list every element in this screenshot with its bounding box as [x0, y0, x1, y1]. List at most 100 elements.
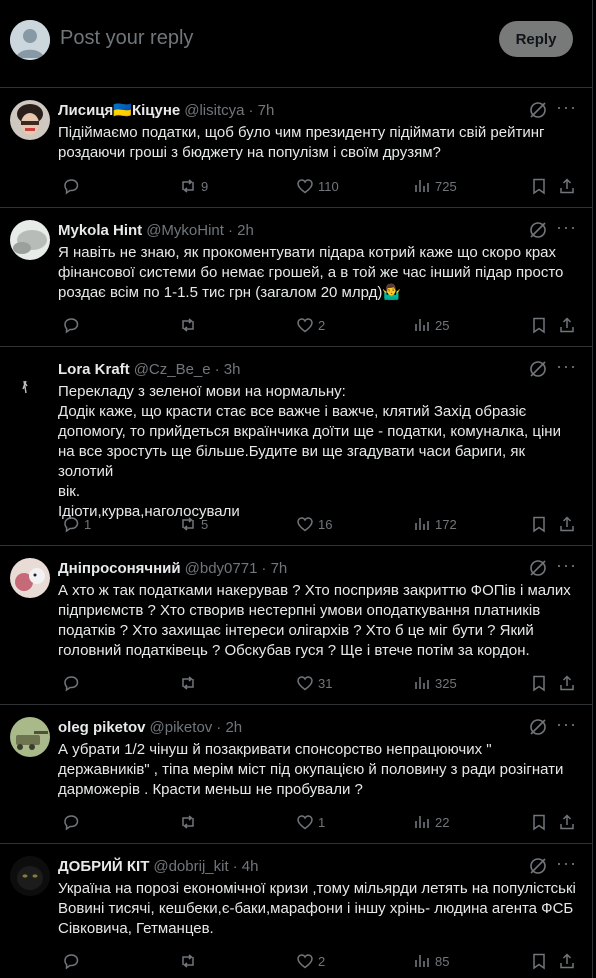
views-action[interactable]: 22	[409, 812, 449, 832]
repost-action[interactable]	[175, 812, 201, 832]
reply-icon	[62, 177, 80, 195]
author-name[interactable]: Mykola Hint	[58, 222, 142, 239]
reply-count: 1	[84, 516, 92, 532]
author-name[interactable]: Lora Kraft	[58, 361, 130, 378]
author-name[interactable]: Дніпросонячний	[58, 560, 181, 577]
action-bar: 2 85	[58, 951, 578, 971]
reply-tweet[interactable]: Lora Kraft @Cz_Be_e · 3h ··· Перекладу з…	[0, 347, 592, 546]
author-handle[interactable]: @Cz_Be_e	[134, 361, 211, 378]
timestamp[interactable]: · 3h	[215, 361, 241, 378]
more-options-icon[interactable]: ···	[556, 854, 576, 876]
reply-action[interactable]	[58, 673, 84, 693]
repost-action[interactable]	[175, 951, 201, 971]
more-options-icon[interactable]: ···	[556, 218, 576, 240]
heart-icon	[296, 952, 314, 970]
share-action[interactable]	[554, 315, 576, 335]
like-action[interactable]: 2	[292, 315, 325, 335]
timestamp[interactable]: · 7h	[261, 560, 287, 577]
tweet-header: Лисиця🇺🇦Кіцуне @lisitcya · 7h	[58, 100, 274, 120]
author-handle[interactable]: @MykoHint	[146, 222, 224, 239]
author-name[interactable]: oleg piketov	[58, 719, 146, 736]
reply-tweet[interactable]: ДОБРИЙ КІТ @dobrij_kit · 4h ··· Україна …	[0, 844, 592, 978]
views-action[interactable]: 172	[409, 514, 457, 534]
like-action[interactable]: 1	[292, 812, 325, 832]
reply-action[interactable]	[58, 315, 84, 335]
bookmark-action[interactable]	[526, 673, 548, 693]
reply-icon	[62, 813, 80, 831]
share-action[interactable]	[554, 673, 576, 693]
share-action[interactable]	[554, 176, 576, 196]
views-action[interactable]: 25	[409, 315, 449, 335]
views-action[interactable]: 325	[409, 673, 457, 693]
bookmark-action[interactable]	[526, 176, 548, 196]
like-count: 31	[318, 675, 333, 691]
views-icon	[413, 316, 431, 334]
avatar[interactable]	[10, 220, 50, 260]
share-action[interactable]	[554, 514, 576, 534]
author-handle[interactable]: @dobrij_kit	[153, 858, 228, 875]
grok-icon[interactable]	[528, 558, 548, 578]
avatar[interactable]	[10, 100, 50, 140]
timestamp[interactable]: · 2h	[216, 719, 242, 736]
reply-button[interactable]: Reply	[499, 21, 573, 57]
author-name[interactable]: Лисиця🇺🇦Кіцуне	[58, 101, 180, 119]
views-action[interactable]: 85	[409, 951, 449, 971]
share-icon	[558, 177, 576, 195]
timestamp[interactable]: · 7h	[248, 102, 274, 119]
share-icon	[558, 515, 576, 533]
timestamp[interactable]: · 4h	[233, 858, 259, 875]
avatar[interactable]	[10, 856, 50, 896]
repost-count: 5	[201, 516, 209, 532]
grok-icon[interactable]	[528, 100, 548, 120]
grok-icon[interactable]	[528, 717, 548, 737]
share-icon	[558, 316, 576, 334]
avatar[interactable]	[10, 558, 50, 598]
reply-tweet[interactable]: Лисиця🇺🇦Кіцуне @lisitcya · 7h ··· Підійм…	[0, 88, 592, 208]
repost-icon	[179, 674, 197, 692]
user-avatar[interactable]	[10, 20, 50, 60]
bookmark-action[interactable]	[526, 315, 548, 335]
author-handle[interactable]: @bdy0771	[185, 560, 258, 577]
view-count: 725	[435, 178, 457, 194]
author-handle[interactable]: @piketov	[150, 719, 213, 736]
reply-action[interactable]	[58, 176, 84, 196]
share-action[interactable]	[554, 812, 576, 832]
like-action[interactable]: 2	[292, 951, 325, 971]
grok-icon[interactable]	[528, 220, 548, 240]
reply-action[interactable]	[58, 951, 84, 971]
tweet-text: А хто ж так податками накерував ? Хто по…	[58, 582, 571, 659]
views-icon	[413, 177, 431, 195]
bookmark-action[interactable]	[526, 951, 548, 971]
reply-icon	[62, 316, 80, 334]
author-handle[interactable]: @lisitcya	[184, 102, 244, 119]
reply-action[interactable]: 1	[58, 514, 91, 534]
reply-tweet[interactable]: Дніпросонячний @bdy0771 · 7h ··· А хто ж…	[0, 546, 592, 705]
like-action[interactable]: 16	[292, 514, 332, 534]
more-options-icon[interactable]: ···	[556, 556, 576, 578]
avatar[interactable]	[10, 359, 50, 399]
tweet-header: Lora Kraft @Cz_Be_e · 3h	[58, 359, 240, 379]
reply-tweet[interactable]: oleg piketov @piketov · 2h ··· А убрати …	[0, 705, 592, 844]
views-action[interactable]: 725	[409, 176, 457, 196]
repost-action[interactable]	[175, 315, 201, 335]
share-action[interactable]	[554, 951, 576, 971]
reply-action[interactable]	[58, 812, 84, 832]
grok-icon[interactable]	[528, 359, 548, 379]
repost-action[interactable]	[175, 673, 201, 693]
more-options-icon[interactable]: ···	[556, 98, 576, 120]
more-options-icon[interactable]: ···	[556, 357, 576, 379]
bookmark-action[interactable]	[526, 514, 548, 534]
repost-action[interactable]: 5	[175, 514, 208, 534]
reply-tweet[interactable]: Mykola Hint @MykoHint · 2h ··· Я навіть …	[0, 208, 592, 347]
avatar[interactable]	[10, 717, 50, 757]
more-options-icon[interactable]: ···	[556, 715, 576, 737]
author-name[interactable]: ДОБРИЙ КІТ	[58, 858, 149, 875]
reply-input[interactable]: Post your reply	[60, 27, 193, 50]
tweet-header: oleg piketov @piketov · 2h	[58, 717, 242, 737]
like-action[interactable]: 110	[292, 176, 339, 196]
timestamp[interactable]: · 2h	[228, 222, 254, 239]
like-action[interactable]: 31	[292, 673, 332, 693]
grok-icon[interactable]	[528, 856, 548, 876]
bookmark-action[interactable]	[526, 812, 548, 832]
repost-action[interactable]: 9	[175, 176, 208, 196]
